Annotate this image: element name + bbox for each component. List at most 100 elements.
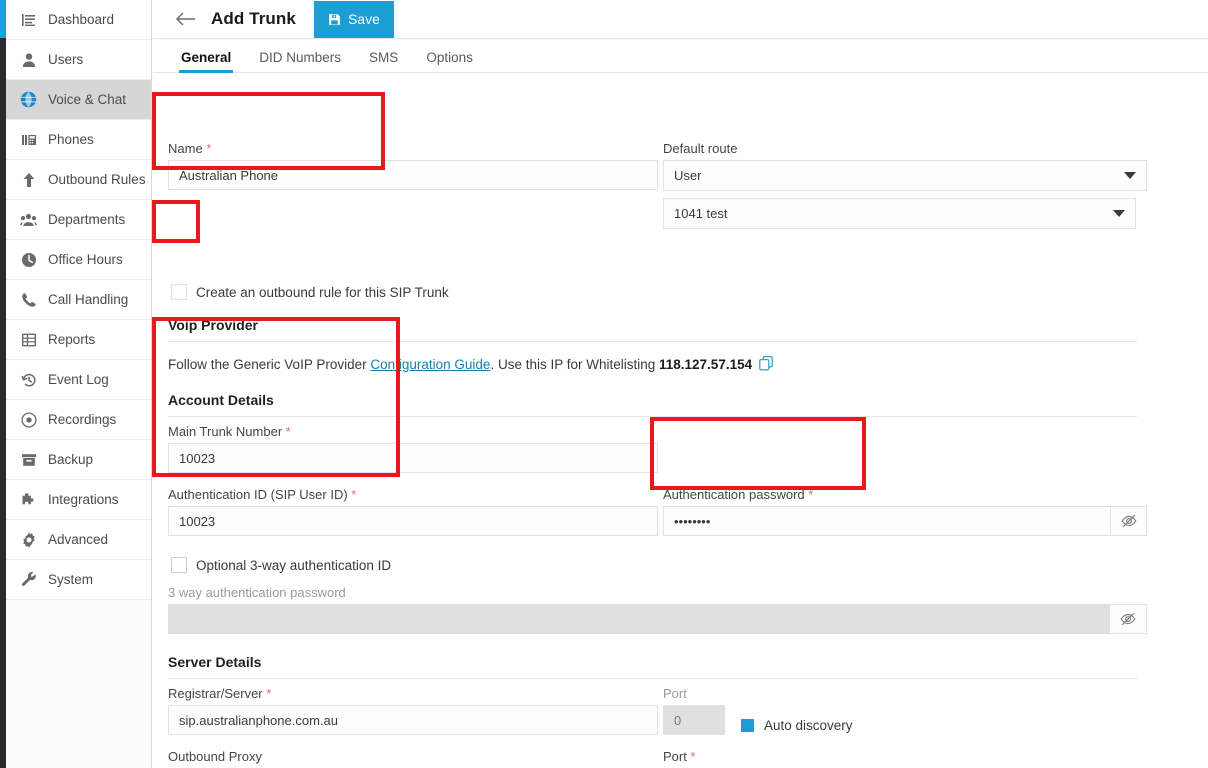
record-icon [20, 411, 37, 428]
registrar-required-mark: * [266, 686, 272, 701]
three-way-password-label: 3 way authentication password [168, 585, 346, 600]
sidebar-item-recordings[interactable]: Recordings [6, 400, 151, 440]
main-trunk-number-label: Main Trunk Number * [168, 425, 658, 438]
sidebar-item-advanced[interactable]: Advanced [6, 520, 151, 560]
archive-icon [20, 451, 37, 468]
default-route-target-value: 1041 test [674, 206, 728, 221]
user-icon [20, 51, 37, 68]
tab-sms[interactable]: SMS [355, 50, 412, 73]
sidebar-item-event-log[interactable]: Event Log [6, 360, 151, 400]
sidebar-item-voice-chat[interactable]: Voice & Chat [6, 80, 151, 120]
registrar-group: Registrar/Server * [168, 687, 658, 735]
outbound-proxy-port-group: Port * [663, 750, 725, 768]
registrar-auto-discovery-checkbox[interactable] [741, 719, 754, 732]
optional-3way-row[interactable]: Optional 3-way authentication ID [171, 557, 391, 573]
sidebar-item-label: Backup [48, 452, 94, 467]
group-icon [20, 211, 37, 228]
eye-off-icon[interactable] [1110, 506, 1147, 536]
sidebar-item-call-handling[interactable]: Call Handling [6, 280, 151, 320]
sidebar-item-integrations[interactable]: Integrations [6, 480, 151, 520]
sidebar-item-outbound-rules[interactable]: Outbound Rules [6, 160, 151, 200]
three-way-password-group: 3 way authentication password [168, 586, 1147, 634]
name-required-mark: * [206, 141, 212, 156]
registrar-input[interactable] [168, 705, 658, 735]
chevron-down-icon [1113, 210, 1125, 217]
page-header: Add Trunk Save [153, 0, 1208, 39]
tab-options[interactable]: Options [412, 50, 487, 73]
sidebar-item-label: Integrations [48, 492, 119, 507]
tab-did-numbers[interactable]: DID Numbers [245, 50, 355, 73]
outbound-proxy-port-label-text: Port [663, 749, 687, 764]
voip-provider-title: Voip Provider [168, 317, 1137, 342]
sidebar-item-phones[interactable]: Phones [6, 120, 151, 160]
outbound-proxy-label: Outbound Proxy [168, 749, 262, 764]
sidebar-item-users[interactable]: Users [6, 40, 151, 80]
sidebar-item-dashboard[interactable]: Dashboard [6, 0, 151, 40]
sidebar-item-backup[interactable]: Backup [6, 440, 151, 480]
sidebar-item-label: Voice & Chat [48, 92, 127, 107]
authentication-password-wrap [663, 506, 1147, 536]
sidebar-item-label: Departments [48, 212, 126, 227]
optional-3way-checkbox[interactable] [171, 557, 187, 573]
save-button[interactable]: Save [313, 0, 394, 38]
main-trunk-number-group: Main Trunk Number * [168, 425, 658, 473]
create-outbound-rule-label: Create an outbound rule for this SIP Tru… [196, 284, 449, 300]
registrar-port-label: Port [663, 686, 687, 701]
arrow-up-icon [20, 171, 37, 188]
authentication-password-label: Authentication password * [663, 488, 1147, 501]
sidebar: Dashboard Users Voice & Chat Phones Outbound… [6, 0, 152, 768]
wrench-icon [20, 571, 37, 588]
sidebar-item-system[interactable]: System [6, 560, 151, 600]
voip-provider-section: Voip Provider Follow the Generic VoIP Pr… [168, 317, 1137, 375]
server-details-title: Server Details [168, 654, 1137, 679]
main-trunk-number-required-mark: * [285, 424, 291, 439]
registrar-label: Registrar/Server * [168, 687, 658, 700]
eye-off-icon[interactable] [1108, 604, 1147, 634]
authentication-password-input[interactable] [663, 506, 1111, 536]
tab-general[interactable]: General [167, 50, 245, 73]
sidebar-item-label: System [48, 572, 94, 587]
sidebar-item-reports[interactable]: Reports [6, 320, 151, 360]
globe-icon [20, 91, 37, 108]
handset-icon [20, 291, 37, 308]
sidebar-item-label: Reports [48, 332, 96, 347]
name-input[interactable] [168, 160, 658, 190]
configuration-guide-link[interactable]: Configuration Guide [370, 357, 490, 372]
server-details-section: Server Details [168, 654, 1137, 679]
create-outbound-rule-checkbox[interactable] [171, 284, 187, 300]
name-label-text: Name [168, 141, 203, 156]
account-details-section: Account Details [168, 392, 1137, 417]
outbound-proxy-port-required-mark: * [690, 749, 696, 764]
default-route-type-value: User [674, 168, 702, 183]
registrar-port-group: Port [663, 687, 725, 735]
three-way-password-input [168, 604, 1109, 634]
app-root: Dashboard Users Voice & Chat Phones Outbound… [0, 0, 1208, 768]
default-route-target-select[interactable]: 1041 test [663, 198, 1136, 229]
sidebar-item-departments[interactable]: Departments [6, 200, 151, 240]
sidebar-item-label: Office Hours [48, 252, 123, 267]
voip-provider-description: Follow the Generic VoIP Provider Configu… [168, 355, 1137, 375]
sidebar-item-office-hours[interactable]: Office Hours [6, 240, 151, 280]
sidebar-item-label: Call Handling [48, 292, 129, 307]
clock-icon [20, 251, 37, 268]
registrar-auto-discovery-row[interactable]: Auto discovery [741, 718, 853, 733]
copy-icon[interactable] [758, 355, 775, 375]
default-route-type-select[interactable]: User [663, 160, 1147, 191]
authentication-password-required-mark: * [808, 487, 814, 502]
sidebar-item-label: Recordings [48, 412, 117, 427]
page-title: Add Trunk [211, 9, 296, 28]
main-trunk-number-label-text: Main Trunk Number [168, 424, 283, 439]
sidebar-item-label: Dashboard [48, 12, 115, 27]
gear-icon [20, 531, 37, 548]
back-arrow-icon[interactable] [175, 8, 197, 30]
name-field-group: Name * [168, 142, 658, 190]
report-icon [20, 331, 37, 348]
sidebar-filler [6, 600, 151, 768]
create-outbound-rule-row[interactable]: Create an outbound rule for this SIP Tru… [171, 284, 449, 300]
sidebar-item-label: Event Log [48, 372, 109, 387]
authentication-id-label-text: Authentication ID (SIP User ID) [168, 487, 348, 502]
registrar-port-input [663, 705, 725, 735]
chevron-down-icon [1124, 172, 1136, 179]
main-trunk-number-input[interactable] [168, 443, 658, 473]
authentication-id-input[interactable] [168, 506, 658, 536]
